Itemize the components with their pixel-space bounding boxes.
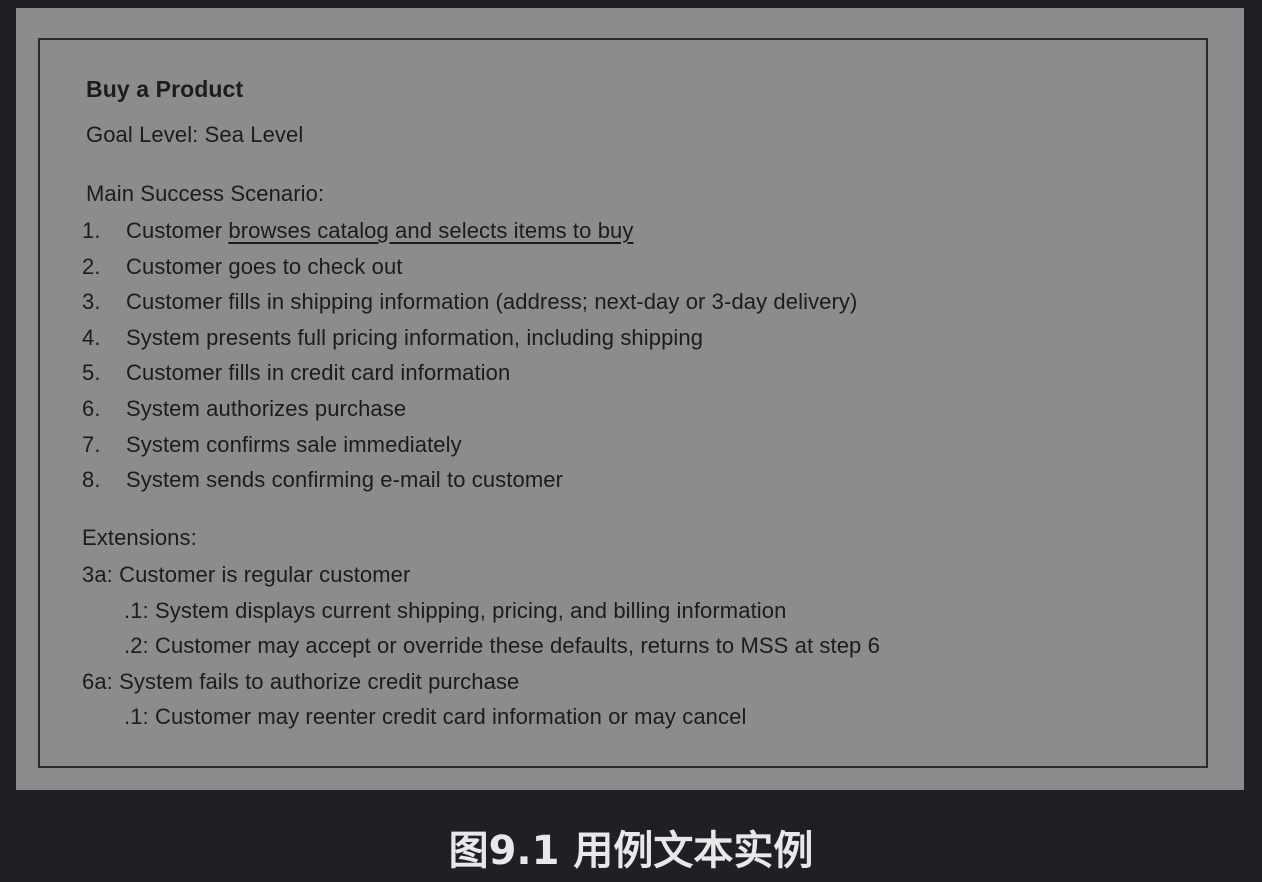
step-item: 3. Customer fills in shipping informatio… bbox=[82, 289, 857, 325]
step-number: 7. bbox=[82, 431, 101, 457]
step-text-plain: Customer bbox=[126, 218, 229, 243]
step-number: 6. bbox=[82, 395, 101, 421]
step-number: 4. bbox=[82, 324, 101, 350]
step-item: 2. Customer goes to check out bbox=[82, 254, 857, 290]
step-text: Customer goes to check out bbox=[126, 253, 403, 279]
extension-item: 6a: System fails to authorize credit pur… bbox=[82, 668, 520, 694]
step-text: Customer browses catalog and selects ite… bbox=[126, 218, 633, 254]
step-text-underlined: browses catalog and selects items to buy bbox=[228, 218, 634, 243]
step-item: 8. System sends confirming e-mail to cus… bbox=[82, 467, 857, 503]
extension-subitem: .1: Customer may reenter credit card inf… bbox=[124, 704, 747, 730]
step-text: Customer fills in shipping information (… bbox=[126, 289, 858, 315]
step-text: System confirms sale immediately bbox=[126, 431, 462, 457]
main-success-scenario-heading: Main Success Scenario: bbox=[86, 181, 325, 206]
figure-caption: 图9.1 用例文本实例 bbox=[448, 828, 814, 874]
step-item: 4. System presents full pricing informat… bbox=[82, 325, 857, 361]
step-number: 1. bbox=[82, 218, 101, 243]
step-number: 2. bbox=[82, 253, 101, 279]
step-item: 7. System confirms sale immediately bbox=[82, 432, 857, 468]
extension-subitem: .1: System displays current shipping, pr… bbox=[124, 597, 787, 623]
scanned-figure: Buy a Product Goal Level: Sea Level Main… bbox=[16, 8, 1244, 790]
main-success-steps: 1. Customer browses catalog and selects … bbox=[82, 218, 857, 503]
extensions-list: 3a: Customer is regular customer .1: Sys… bbox=[82, 562, 880, 740]
step-item: 1. Customer browses catalog and selects … bbox=[82, 218, 857, 254]
step-number: 3. bbox=[82, 289, 101, 315]
step-text: System authorizes purchase bbox=[126, 395, 407, 421]
page: Buy a Product Goal Level: Sea Level Main… bbox=[0, 0, 1262, 882]
extension-subitem: .2: Customer may accept or override thes… bbox=[124, 633, 880, 659]
step-item: 5. Customer fills in credit card informa… bbox=[82, 360, 857, 396]
extension-item: 3a: Customer is regular customer bbox=[82, 562, 411, 587]
step-text: System sends confirming e-mail to custom… bbox=[126, 467, 564, 493]
step-text: Customer fills in credit card informatio… bbox=[126, 360, 511, 386]
step-item: 6. System authorizes purchase bbox=[82, 396, 857, 432]
goal-level: Goal Level: Sea Level bbox=[86, 122, 304, 147]
step-text: System presents full pricing information… bbox=[126, 324, 704, 350]
step-number: 8. bbox=[82, 467, 101, 493]
step-number: 5. bbox=[82, 360, 101, 386]
extensions-heading: Extensions: bbox=[82, 525, 197, 550]
use-case-title: Buy a Product bbox=[86, 76, 244, 102]
